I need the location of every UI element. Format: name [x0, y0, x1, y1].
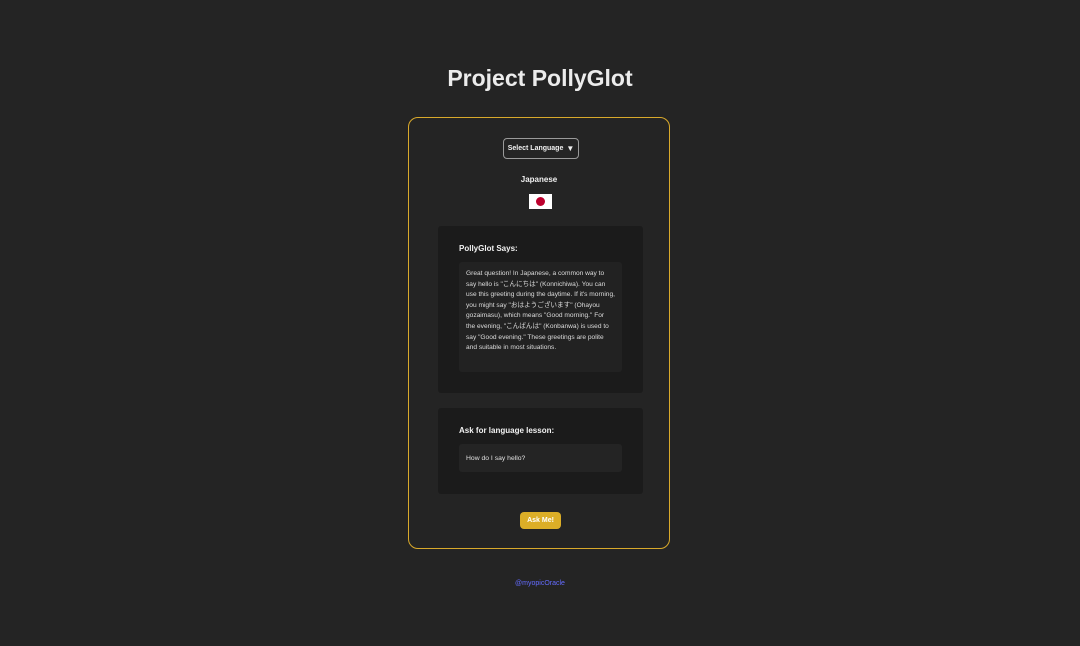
page-title: Project PollyGlot	[447, 65, 633, 91]
response-panel: PollyGlot Says: Great question! In Japan…	[438, 226, 643, 393]
response-text: Great question! In Japanese, a common wa…	[459, 262, 622, 372]
select-language-button[interactable]: Select Language ▼	[503, 138, 579, 159]
response-heading: PollyGlot Says:	[459, 244, 518, 253]
selected-language-name: Japanese	[520, 175, 558, 184]
question-input[interactable]	[459, 444, 622, 472]
footer-link[interactable]: @myopicOracle	[0, 580, 1080, 587]
question-heading: Ask for language lesson:	[459, 426, 555, 435]
translator-card: Select Language ▼ Japanese PollyGlot Say…	[408, 117, 670, 549]
caret-down-icon: ▼	[566, 143, 575, 153]
flag-disc	[536, 197, 545, 206]
japan-flag-icon	[529, 194, 552, 209]
app-page: Project PollyGlot Select Language ▼ Japa…	[0, 0, 1080, 646]
ask-button[interactable]: Ask Me!	[520, 512, 561, 529]
question-panel: Ask for language lesson:	[438, 408, 643, 494]
select-language-label: Select Language	[507, 145, 564, 152]
